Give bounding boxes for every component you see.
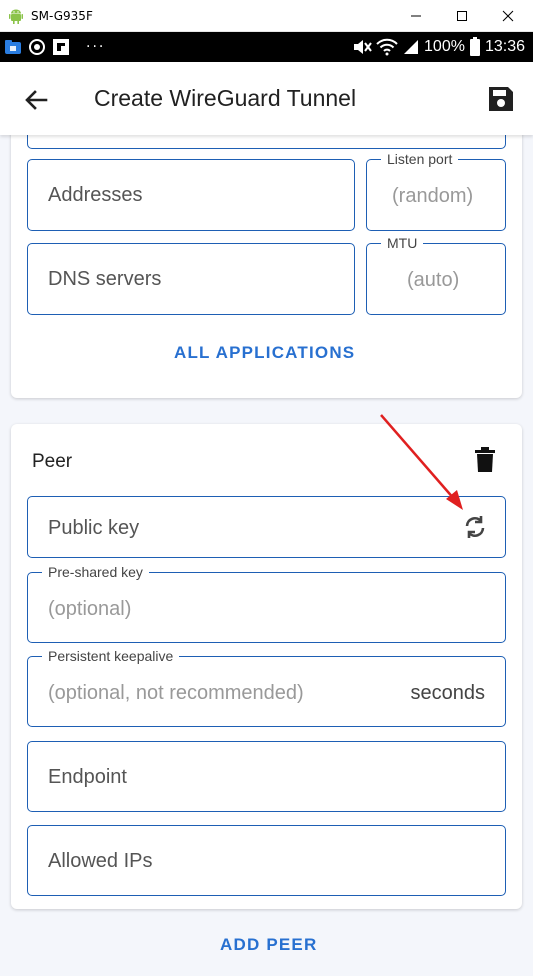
addresses-placeholder: Addresses bbox=[48, 184, 143, 206]
add-peer-button[interactable]: ADD PEER bbox=[220, 935, 317, 955]
refresh-key-icon[interactable] bbox=[461, 513, 489, 541]
minimize-button[interactable] bbox=[393, 0, 439, 32]
battery-percent: 100% bbox=[424, 38, 465, 55]
mute-icon bbox=[354, 40, 372, 54]
flipboard-icon bbox=[52, 38, 70, 56]
delete-peer-icon[interactable] bbox=[473, 447, 497, 473]
listen-port-placeholder: (random) bbox=[392, 185, 474, 207]
page-title: Create WireGuard Tunnel bbox=[94, 85, 357, 111]
persistent-keepalive-field[interactable]: Persistent keepalive (optional, not reco… bbox=[27, 648, 506, 727]
preshared-key-field[interactable]: Pre-shared key (optional) bbox=[27, 564, 506, 643]
back-arrow-icon[interactable] bbox=[20, 84, 52, 116]
more-notifications: ··· bbox=[86, 39, 106, 55]
window-title: SM-G935F bbox=[31, 9, 93, 23]
maximize-icon bbox=[457, 11, 467, 21]
status-bar: ··· 100% 13:36 bbox=[0, 32, 533, 62]
persistent-keepalive-label: Persistent keepalive bbox=[42, 648, 180, 664]
interface-card: Addresses Listen port (random) DNS serve… bbox=[11, 135, 522, 398]
save-icon[interactable] bbox=[486, 84, 516, 114]
folder-icon bbox=[4, 38, 22, 56]
close-icon bbox=[502, 10, 514, 22]
addresses-field[interactable]: Addresses bbox=[27, 159, 355, 231]
maximize-button[interactable] bbox=[439, 0, 485, 32]
mtu-placeholder: (auto) bbox=[407, 269, 460, 291]
close-button[interactable] bbox=[485, 0, 531, 32]
clock: 13:36 bbox=[484, 38, 525, 55]
allowed-ips-placeholder: Allowed IPs bbox=[48, 850, 153, 872]
window-titlebar: SM-G935F bbox=[0, 0, 533, 32]
public-key-placeholder: Public key bbox=[48, 517, 140, 539]
persistent-keepalive-placeholder: (optional, not recommended) bbox=[48, 682, 304, 704]
minimize-icon bbox=[411, 15, 421, 17]
listen-port-field[interactable]: Listen port (random) bbox=[366, 151, 506, 231]
endpoint-placeholder: Endpoint bbox=[48, 766, 127, 788]
signal-icon bbox=[404, 40, 419, 54]
mtu-label: MTU bbox=[381, 235, 424, 251]
battery-icon bbox=[469, 37, 480, 56]
listen-port-label: Listen port bbox=[381, 151, 459, 167]
editor-content[interactable]: Addresses Listen port (random) DNS serve… bbox=[0, 135, 533, 976]
app-bar: Create WireGuard Tunnel bbox=[0, 62, 533, 135]
allowed-ips-field[interactable]: Allowed IPs bbox=[27, 825, 506, 896]
public-key-field[interactable]: Public key bbox=[27, 496, 506, 558]
dns-servers-placeholder: DNS servers bbox=[48, 268, 162, 290]
preshared-key-placeholder: (optional) bbox=[48, 598, 132, 620]
sync-status-icon bbox=[28, 38, 46, 56]
mtu-field[interactable]: MTU (auto) bbox=[366, 235, 506, 315]
keepalive-unit: seconds bbox=[410, 682, 486, 704]
wifi-icon bbox=[376, 38, 398, 56]
dns-servers-field[interactable]: DNS servers bbox=[27, 243, 355, 315]
endpoint-field[interactable]: Endpoint bbox=[27, 741, 506, 812]
peer-card: Peer Public key Pre-shared key (optional… bbox=[11, 424, 522, 909]
preshared-key-label: Pre-shared key bbox=[42, 564, 149, 580]
interface-top-field[interactable] bbox=[27, 135, 506, 149]
peer-title: Peer bbox=[32, 451, 73, 472]
android-icon bbox=[9, 9, 23, 24]
all-applications-button[interactable]: ALL APPLICATIONS bbox=[174, 343, 355, 363]
